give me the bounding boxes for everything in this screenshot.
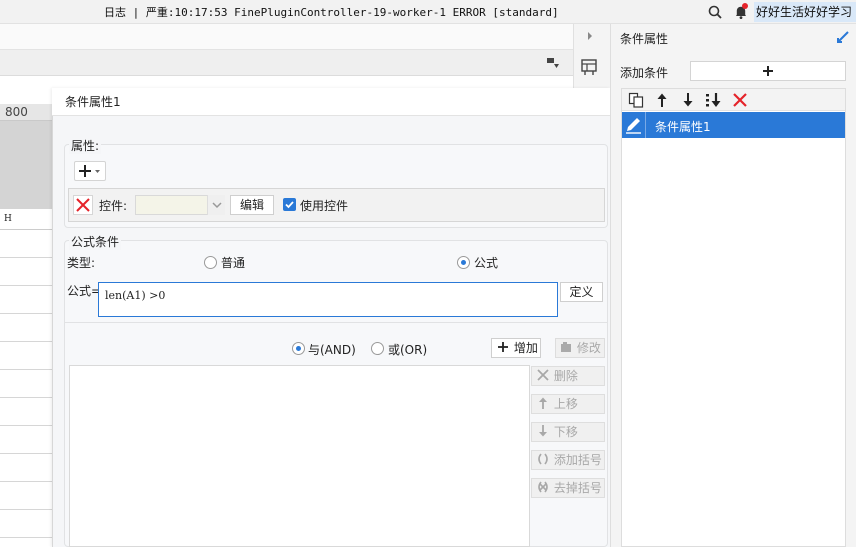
add-condition-button[interactable]: 增加 bbox=[491, 338, 541, 358]
arrow-down-icon[interactable] bbox=[680, 92, 696, 108]
sheet-grey-area bbox=[0, 121, 52, 209]
grid-row[interactable] bbox=[0, 482, 52, 510]
grid-row[interactable] bbox=[0, 370, 52, 398]
delete-button[interactable]: 删除 bbox=[531, 366, 605, 386]
type-label: 类型: bbox=[67, 256, 96, 270]
pencil-icon bbox=[626, 118, 641, 134]
grid-row[interactable] bbox=[0, 258, 52, 286]
dialog-title: 条件属性1 bbox=[52, 88, 610, 116]
condition-property-item-label[interactable]: 条件属性1 bbox=[655, 118, 711, 135]
formula-label: 公式= bbox=[67, 284, 102, 298]
logic-or-radio[interactable] bbox=[371, 342, 384, 355]
move-up-button[interactable]: 上移 bbox=[531, 394, 605, 414]
edit-check-icon[interactable] bbox=[836, 30, 850, 44]
arrow-up-icon bbox=[539, 397, 547, 409]
define-button[interactable]: 定义 bbox=[560, 282, 603, 302]
plus-icon bbox=[763, 66, 773, 76]
layout-icon[interactable] bbox=[580, 58, 598, 76]
add-condition-label: 添加条件 bbox=[620, 66, 669, 80]
edit-button[interactable]: 编辑 bbox=[230, 195, 274, 215]
modify-label: 修改 bbox=[576, 341, 601, 355]
item-edit-cell[interactable] bbox=[622, 112, 646, 138]
type-formula-label[interactable]: 公式 bbox=[474, 254, 498, 271]
modify-button[interactable]: 修改 bbox=[555, 338, 605, 358]
chevron-down-icon bbox=[212, 202, 222, 209]
control-label: 控件: bbox=[99, 199, 128, 213]
remove-bracket-label: 去掉括号 bbox=[553, 481, 602, 495]
grid-row[interactable] bbox=[0, 286, 52, 314]
formula-bar-row bbox=[0, 50, 573, 76]
plus-dropdown-icon bbox=[79, 165, 100, 177]
type-normal-label[interactable]: 普通 bbox=[221, 254, 245, 271]
search-icon[interactable] bbox=[707, 4, 723, 20]
type-normal-radio[interactable] bbox=[204, 256, 217, 269]
collapse-arrow-icon[interactable] bbox=[586, 30, 594, 42]
formula-condition-label: 公式条件 bbox=[69, 233, 122, 250]
property-label: 属性: bbox=[69, 137, 102, 154]
grid-row[interactable] bbox=[0, 398, 52, 426]
add-property-button[interactable] bbox=[74, 161, 106, 181]
logic-and-radio[interactable] bbox=[292, 342, 305, 355]
condition-property-list bbox=[621, 88, 846, 547]
use-control-label: 使用控件 bbox=[300, 199, 349, 213]
condition-list[interactable] bbox=[69, 365, 530, 547]
add-bracket-button[interactable]: 添加括号 bbox=[531, 450, 605, 470]
log-message[interactable]: 日志 | 严重:10:17:53 FinePluginController-19… bbox=[104, 4, 559, 20]
add-condition-label: 增加 bbox=[513, 341, 538, 355]
type-formula-radio[interactable] bbox=[457, 256, 470, 269]
select-arrow[interactable] bbox=[207, 195, 225, 215]
grid-row[interactable] bbox=[0, 454, 52, 482]
grid-row[interactable] bbox=[0, 314, 52, 342]
column-header-h[interactable]: H bbox=[0, 209, 52, 230]
copy-icon[interactable] bbox=[628, 92, 644, 108]
modify-icon bbox=[561, 342, 571, 352]
move-to-bottom-icon[interactable] bbox=[705, 92, 721, 108]
logic-and-label[interactable]: 与(AND) bbox=[308, 341, 356, 358]
arrow-down-icon bbox=[539, 425, 547, 437]
move-down-button[interactable]: 下移 bbox=[531, 422, 605, 442]
logic-or-label[interactable]: 或(OR) bbox=[388, 341, 427, 358]
add-bracket-label: 添加括号 bbox=[553, 453, 602, 467]
plus-icon bbox=[498, 342, 508, 352]
grid-row[interactable] bbox=[0, 426, 52, 454]
toolbar-row bbox=[0, 24, 573, 50]
grid-row[interactable] bbox=[0, 342, 52, 370]
user-name[interactable]: 好好生活好好学习 bbox=[754, 2, 856, 22]
ruler-label: 800 bbox=[5, 105, 28, 119]
delete-property-button[interactable] bbox=[73, 195, 93, 215]
use-control-checkbox[interactable] bbox=[283, 198, 296, 211]
dropdown-corner-icon[interactable] bbox=[546, 57, 560, 69]
notification-dot bbox=[742, 3, 748, 9]
add-condition-property-button[interactable] bbox=[690, 61, 846, 81]
formula-input[interactable]: len(A1) >0 bbox=[98, 282, 558, 317]
move-up-label: 上移 bbox=[553, 397, 578, 411]
panel-title: 条件属性 bbox=[620, 32, 669, 46]
grid-row[interactable] bbox=[0, 230, 52, 258]
x-icon bbox=[537, 369, 549, 381]
close-icon bbox=[76, 198, 90, 212]
delete-icon[interactable] bbox=[732, 92, 748, 108]
arrow-up-icon[interactable] bbox=[654, 92, 670, 108]
grid-row[interactable] bbox=[0, 510, 52, 538]
checkmark-icon bbox=[285, 201, 294, 209]
delete-label: 删除 bbox=[553, 369, 578, 383]
move-down-label: 下移 bbox=[553, 425, 578, 439]
remove-brackets-icon bbox=[538, 481, 548, 493]
brackets-icon bbox=[538, 453, 548, 465]
remove-bracket-button[interactable]: 去掉括号 bbox=[531, 478, 605, 498]
